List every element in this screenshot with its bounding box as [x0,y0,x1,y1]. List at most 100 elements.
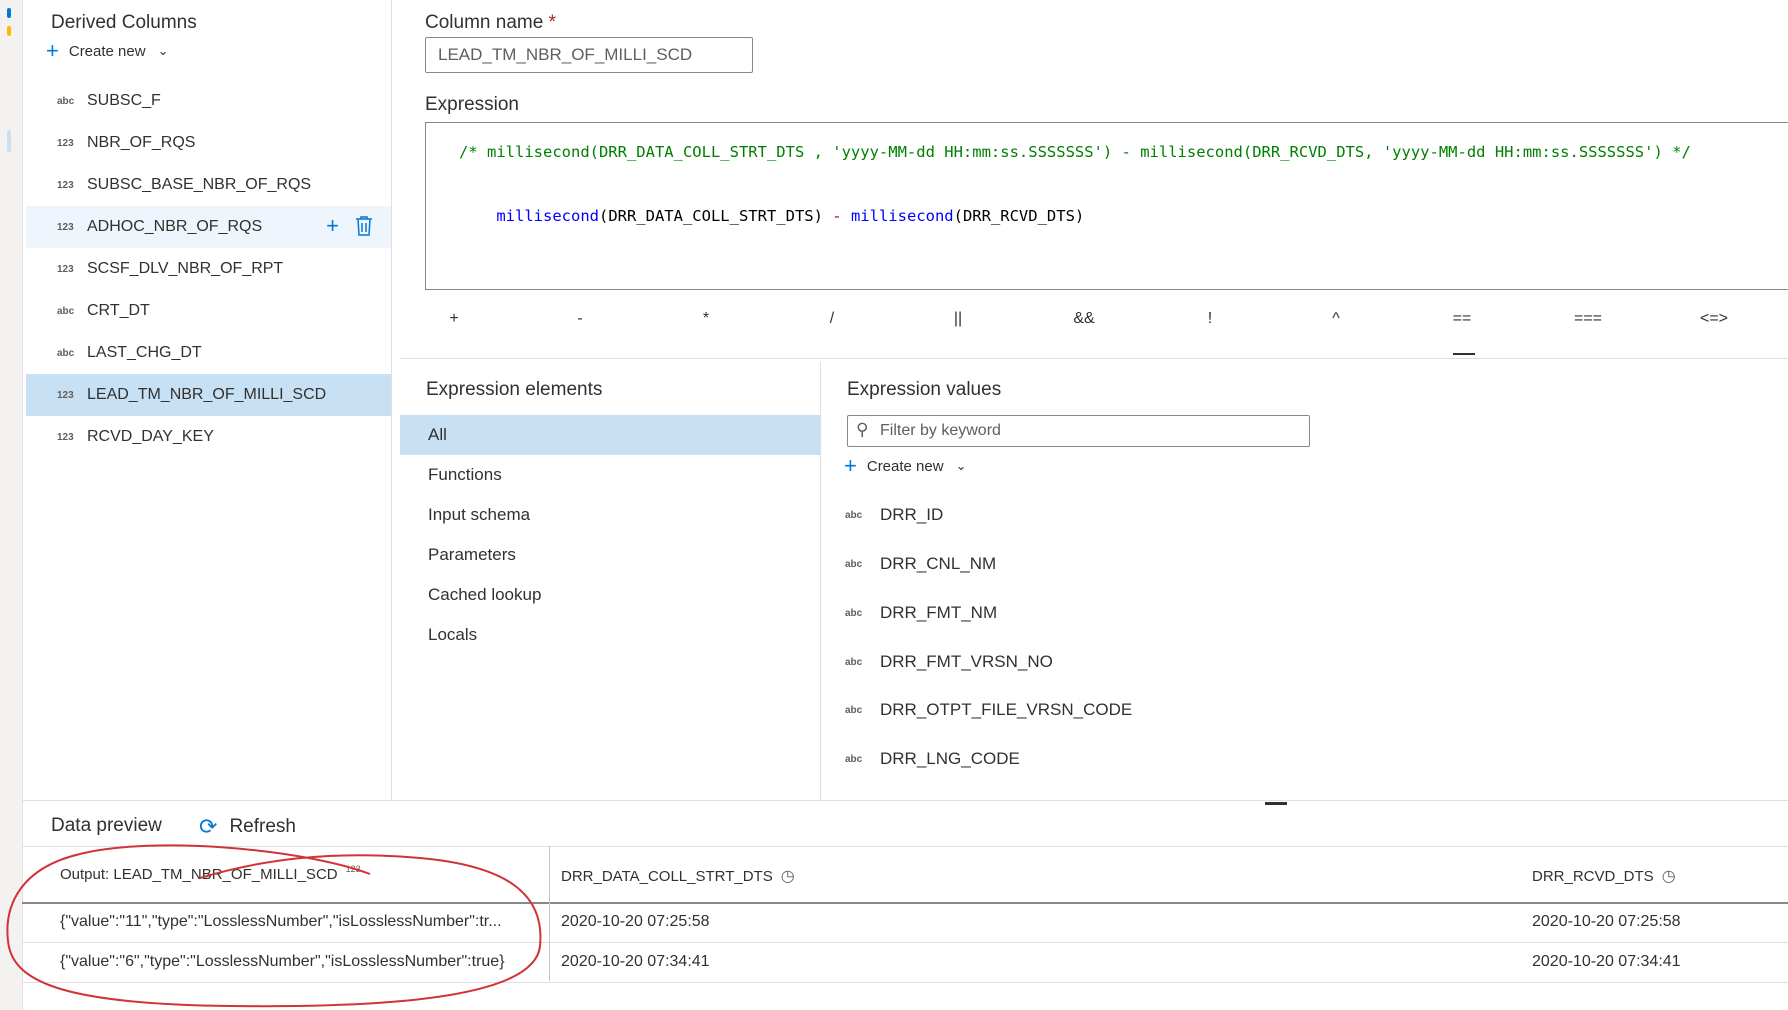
expression-value-name: DRR_CNL_NM [880,554,997,573]
splitter-handle[interactable] [1265,802,1287,805]
column-header-output[interactable]: Output: LEAD_TM_NBR_OF_MILLI_SCD 123 [60,863,361,884]
table-cell: 2020-10-20 07:25:58 [561,913,710,930]
column-name-label-text: Column name [425,12,544,33]
create-new-column-button[interactable]: + Create new ⌄ [46,40,168,62]
column-name-label: Column name * [425,12,556,34]
argument-token: (DRR_RCVD_DTS) [953,207,1085,225]
data-preview-header: Data preview ⟳ Refresh [22,806,1788,846]
string-type-icon: abc [57,95,75,107]
operator-divide-button[interactable]: / [802,310,862,328]
column-header-label: DRR_DATA_COLL_STRT_DTS [561,867,773,885]
derived-column-item[interactable]: abc LAST_CHG_DT [26,332,391,374]
number-type-icon: 123 [57,431,74,443]
column-header-drr-rcvd-dts[interactable]: DRR_RCVD_DTS ◷ [1532,866,1676,886]
derived-column-item-selected[interactable]: 123 LEAD_TM_NBR_OF_MILLI_SCD [26,374,391,416]
string-type-icon: abc [57,305,75,317]
operator-focus-indicator [1453,353,1475,355]
expression-value-name: DRR_FMT_NM [880,603,998,622]
create-new-value-button[interactable]: + Create new ⌄ [844,455,966,477]
filter-keyword-input[interactable] [847,415,1310,447]
expression-value-item[interactable]: abc DRR_OTPT_FILE_VRSN_CODE [845,700,1132,720]
datetime-type-icon: ◷ [780,868,795,885]
delete-icon[interactable] [355,215,373,241]
derived-column-item[interactable]: 123 NBR_OF_RQS [26,122,391,164]
expression-comment-line: /* millisecond(DRR_DATA_COLL_STRT_DTS , … [459,143,1691,161]
table-cell: {"value":"6","type":"LosslessNumber","is… [60,953,505,970]
expression-elements-panel: Expression elements All Functions Input … [400,362,821,800]
derived-column-item[interactable]: 123 ADHOC_NBR_OF_RQS + [26,206,391,248]
expression-value-item[interactable]: abc DRR_LNG_CODE [845,749,1020,769]
add-icon[interactable]: + [326,215,339,241]
operator-or-button[interactable]: || [928,310,988,328]
derived-columns-title: Derived Columns [51,12,197,33]
expression-value-item[interactable]: abc DRR_ID [845,505,943,525]
data-preview-title: Data preview [51,815,162,836]
derived-column-name: SUBSC_BASE_NBR_OF_RQS [87,176,312,193]
string-type-icon: abc [845,656,863,668]
element-category-functions[interactable]: Functions [400,455,820,495]
derived-column-item[interactable]: 123 RCVD_DAY_KEY [26,416,391,458]
table-cell: {"value":"11","type":"LosslessNumber","i… [60,913,502,930]
number-type-icon: 123 [57,137,74,149]
operator-xor-button[interactable]: ^ [1306,310,1366,328]
column-separator [549,846,550,981]
operator-bar: + - * / || && ! ^ == === <=> [400,300,1788,359]
element-category-parameters[interactable]: Parameters [400,535,820,575]
number-type-icon: 123 [57,389,74,401]
chevron-down-icon: ⌄ [955,458,967,473]
rail-indicator [7,8,11,18]
create-new-label: Create new [866,457,944,475]
derived-column-item[interactable]: abc SUBSC_F [26,80,391,122]
derived-column-item[interactable]: abc CRT_DT [26,290,391,332]
rail-indicator [7,26,11,36]
column-header-label: DRR_RCVD_DTS [1532,867,1654,885]
element-category-cached-lookup[interactable]: Cached lookup [400,575,820,615]
number-type-icon: 123 [57,263,74,275]
panel-divider [22,800,1788,801]
operator-equals-button[interactable]: == [1432,310,1492,328]
operator-minus-button[interactable]: - [550,310,610,328]
element-category-locals[interactable]: Locals [400,615,820,655]
create-new-label: Create new [68,42,146,60]
column-name-input[interactable] [425,37,753,73]
operator-plus-button[interactable]: + [424,310,484,328]
number-type-icon: 123 [345,863,361,874]
operator-and-button[interactable]: && [1054,310,1114,328]
derived-column-item[interactable]: 123 SCSF_DLV_NBR_OF_RPT [26,248,391,290]
expression-label: Expression [425,94,519,115]
operator-strict-equals-button[interactable]: === [1558,310,1618,328]
plus-icon: + [46,38,59,63]
derived-column-name: SCSF_DLV_NBR_OF_RPT [87,260,284,277]
operator-null-safe-equals-button[interactable]: <=> [1684,310,1744,328]
search-icon: ⚲ [856,420,869,439]
expression-values-title: Expression values [847,379,1002,400]
expression-editor[interactable]: /* millisecond(DRR_DATA_COLL_STRT_DTS , … [425,122,1788,290]
derived-column-name: RCVD_DAY_KEY [87,428,214,445]
operator-not-button[interactable]: ! [1180,310,1240,328]
function-token: millisecond [496,207,599,225]
derived-columns-panel: Derived Columns + Create new ⌄ abc SUBSC… [26,0,392,800]
argument-token: (DRR_DATA_COLL_STRT_DTS) [598,207,823,225]
expression-value-item[interactable]: abc DRR_FMT_NM [845,603,997,623]
required-mark: * [548,12,556,33]
element-category-input-schema[interactable]: Input schema [400,495,820,535]
string-type-icon: abc [845,509,863,521]
derived-column-name: LAST_CHG_DT [87,344,202,361]
expression-value-item[interactable]: abc DRR_CNL_NM [845,554,996,574]
function-token: millisecond [850,207,954,225]
row-actions: + [326,215,373,241]
string-type-icon: abc [845,607,863,619]
string-type-icon: abc [845,753,863,765]
operator-multiply-button[interactable]: * [676,310,736,328]
refresh-icon: ⟳ [199,814,218,839]
derived-column-item[interactable]: 123 SUBSC_BASE_NBR_OF_RQS [26,164,391,206]
expression-elements-title: Expression elements [426,379,603,400]
left-rail [0,0,23,1010]
number-type-icon: 123 [57,221,74,233]
element-category-all[interactable]: All [400,415,820,455]
table-row: {"value":"11","type":"LosslessNumber","i… [22,903,1788,943]
column-header-drr-data-coll-strt-dts[interactable]: DRR_DATA_COLL_STRT_DTS ◷ [561,866,795,886]
string-type-icon: abc [57,347,75,359]
expression-value-item[interactable]: abc DRR_FMT_VRSN_NO [845,652,1053,672]
refresh-button[interactable]: ⟳ Refresh [199,814,296,840]
